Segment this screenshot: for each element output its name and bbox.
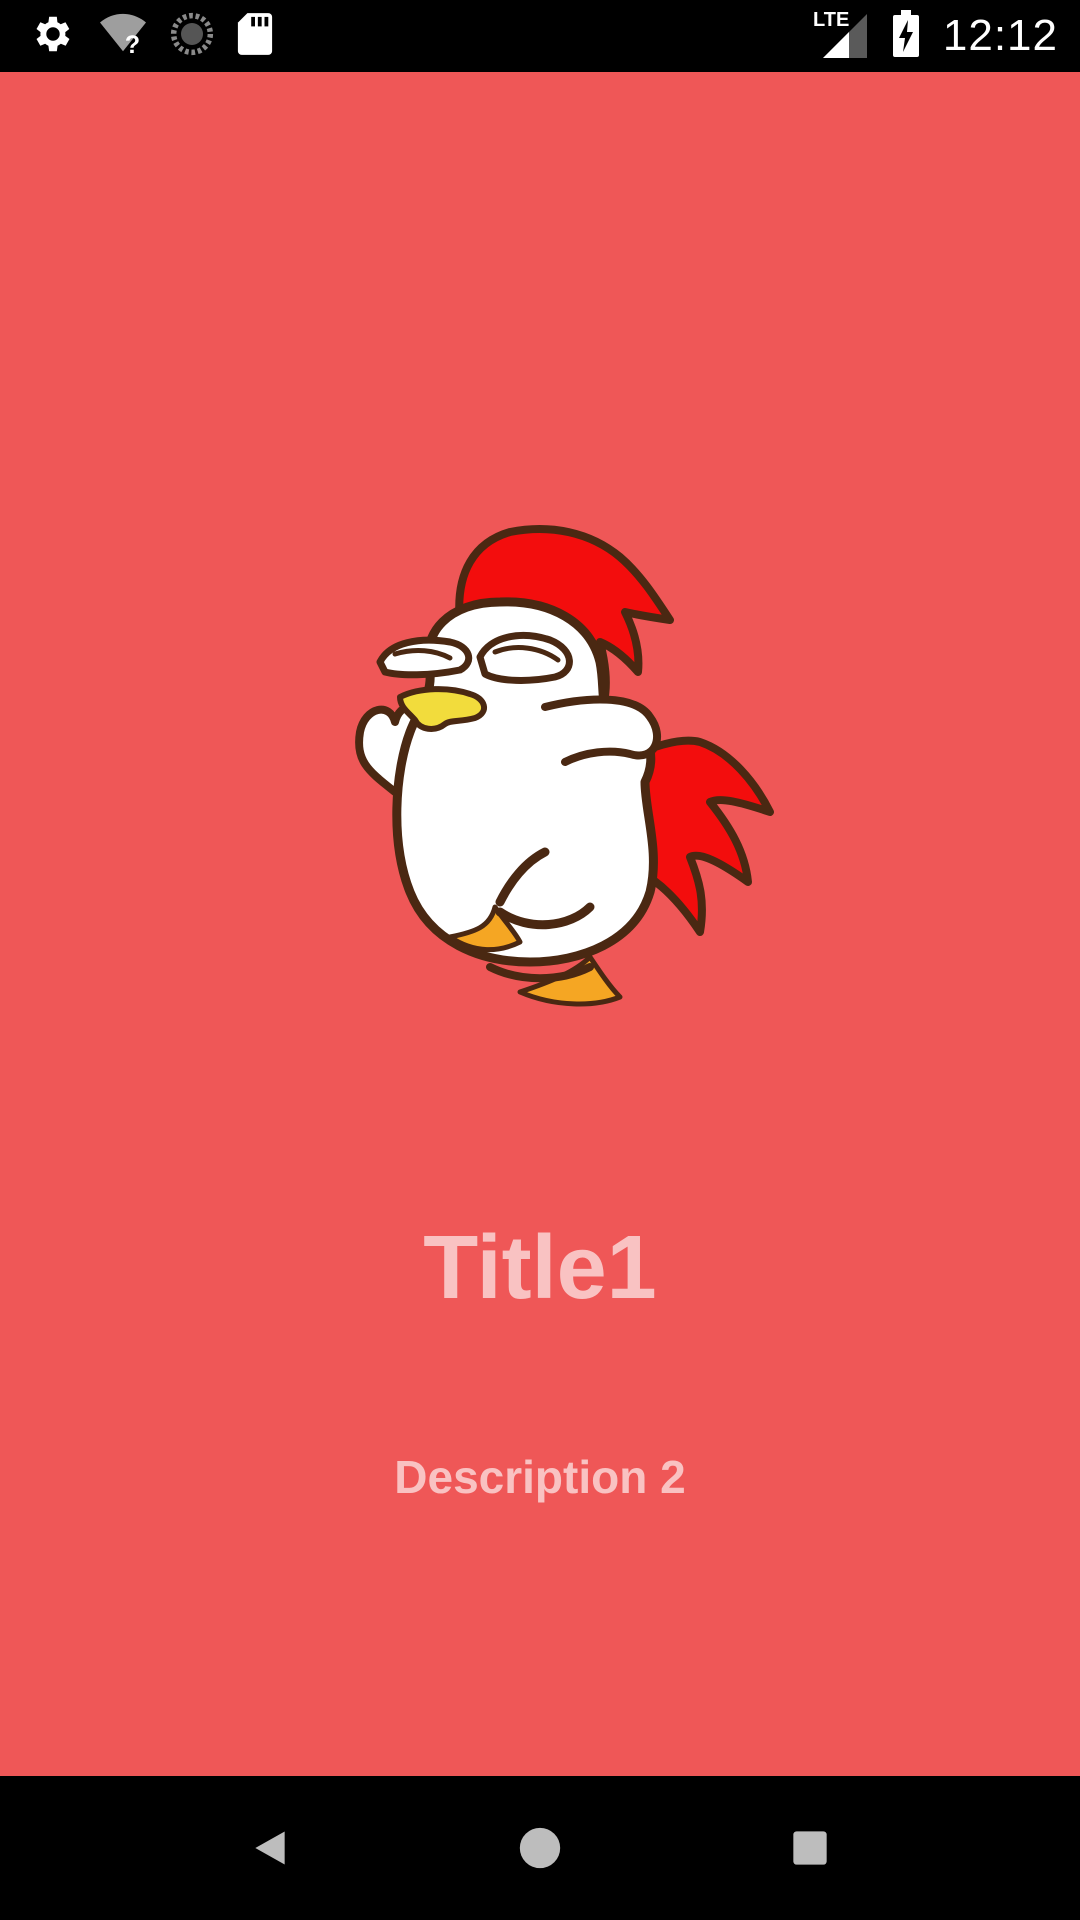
clock: 12:12 <box>942 11 1058 60</box>
back-icon <box>255 1831 285 1865</box>
page-title: Title1 <box>423 1218 657 1318</box>
battery-charging-icon <box>891 10 921 62</box>
rooster-mascot-image <box>300 462 780 1042</box>
sync-icon <box>170 12 214 60</box>
sd-card-icon <box>236 11 274 61</box>
system-icons: LTE 12:12 <box>813 8 1058 64</box>
notification-icons: ? <box>30 12 274 60</box>
navigation-bar <box>0 1776 1080 1920</box>
svg-text:?: ? <box>125 31 140 57</box>
home-icon <box>519 1827 561 1869</box>
onboarding-page: Title1 Description 2 <box>0 72 1080 1776</box>
recents-icon <box>793 1831 827 1865</box>
network-type-label: LTE <box>813 9 849 31</box>
wifi-unknown-icon: ? <box>98 11 148 61</box>
page-description: Description 2 <box>394 1451 686 1503</box>
home-button[interactable] <box>504 1812 576 1884</box>
settings-icon <box>30 11 76 61</box>
status-bar: ? LTE 12:12 <box>0 0 1080 72</box>
lte-signal-icon: LTE <box>813 8 869 64</box>
back-button[interactable] <box>234 1812 306 1884</box>
recents-button[interactable] <box>774 1812 846 1884</box>
